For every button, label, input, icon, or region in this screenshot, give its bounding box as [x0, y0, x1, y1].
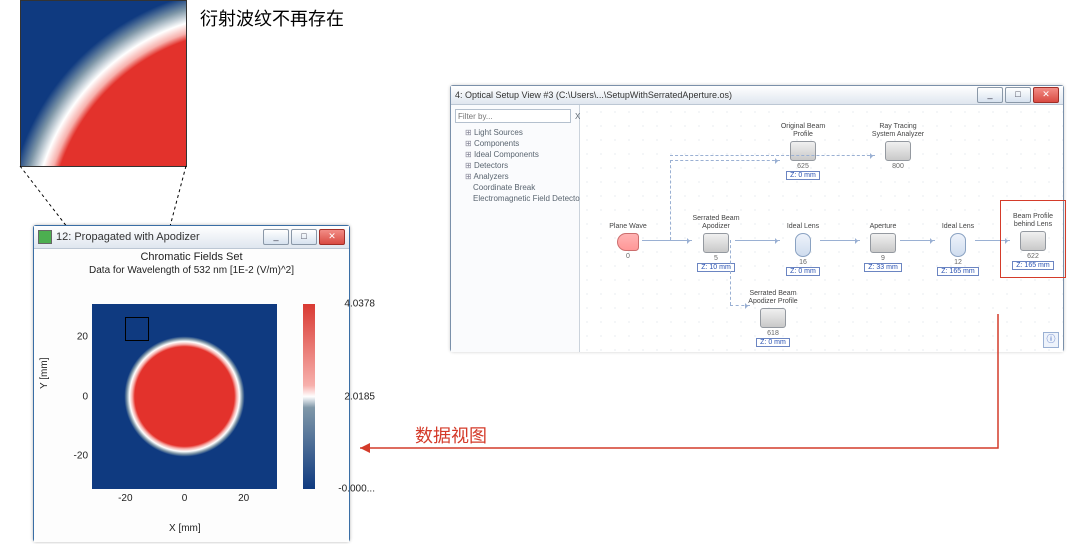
link: [735, 240, 780, 241]
minimize-button[interactable]: _: [977, 87, 1003, 103]
optical-setup-window: 4: Optical Setup View #3 (C:\Users\...\S…: [450, 85, 1064, 352]
chart-titlebar[interactable]: 12: Propagated with Apodizer _ □ ✕: [34, 226, 349, 249]
heatmap-plot[interactable]: [92, 304, 277, 489]
node-label: Ray Tracing System Analyzer: [870, 123, 926, 139]
tree-em-detector[interactable]: Electromagnetic Field Detector: [455, 193, 575, 204]
info-button[interactable]: ⓘ: [1043, 332, 1059, 348]
node-id: 800: [870, 163, 926, 170]
link: [820, 240, 860, 241]
aperture-icon: [870, 233, 896, 253]
tree-detectors[interactable]: Detectors: [455, 160, 575, 171]
zoom-caption: 衍射波纹不再存在: [200, 5, 344, 31]
link-dashed: [730, 305, 750, 306]
link-dashed: [670, 155, 875, 156]
chart-window: 12: Propagated with Apodizer _ □ ✕ Chrom…: [33, 225, 350, 542]
link: [900, 240, 935, 241]
setup-window-title: 4: Optical Setup View #3 (C:\Users\...\S…: [455, 90, 977, 100]
node-label: Ideal Lens: [775, 215, 831, 231]
chart-subtitle: Chromatic Fields Set: [34, 249, 349, 265]
setup-titlebar[interactable]: 4: Optical Setup View #3 (C:\Users\...\S…: [451, 86, 1063, 105]
colorbar: [303, 304, 315, 489]
x-ticks: -20 0 20: [92, 493, 277, 507]
node-id: 0: [600, 253, 656, 260]
x-axis-label: X [mm]: [169, 523, 201, 534]
tree-components[interactable]: Components: [455, 138, 575, 149]
node-z-value: Z: 0 mm: [756, 338, 790, 347]
link-dashed: [670, 160, 780, 161]
zoom-inset-image: [20, 0, 187, 167]
tree-light-sources[interactable]: Light Sources: [455, 127, 575, 138]
node-id: 625: [775, 163, 831, 170]
node-ray-analyzer[interactable]: Ray Tracing System Analyzer 800: [870, 123, 926, 170]
link-dashed: [730, 240, 731, 305]
node-apodizer-profile[interactable]: Serrated Beam Apodizer Profile 618 Z: 0 …: [745, 290, 801, 347]
node-z-value: Z: 0 mm: [786, 267, 820, 276]
link: [642, 240, 692, 241]
chart-body: Chromatic Fields Set Data for Wavelength…: [34, 249, 349, 542]
link-dashed: [670, 160, 671, 240]
y-axis-label: Y [mm]: [39, 358, 50, 389]
component-icon: [703, 233, 729, 253]
node-lens-1[interactable]: Ideal Lens 16 Z: 0 mm: [775, 215, 831, 276]
node-id: 5: [688, 255, 744, 262]
node-original-beam[interactable]: Original Beam Profile 625 Z: 0 mm: [775, 123, 831, 180]
chart-window-title: 12: Propagated with Apodizer: [56, 231, 263, 243]
node-label: Original Beam Profile: [775, 123, 831, 139]
node-label: Serrated Beam Apodizer: [688, 215, 744, 231]
node-label: Serrated Beam Apodizer Profile: [745, 290, 801, 306]
maximize-button[interactable]: □: [1005, 87, 1031, 103]
close-button[interactable]: ✕: [319, 229, 345, 245]
node-label: Ideal Lens: [930, 215, 986, 231]
colorbar-ticks: 4.0378 2.0185 -0.000...: [317, 304, 347, 489]
y-ticks: 20 0 -20: [66, 304, 88, 489]
node-lens-2[interactable]: Ideal Lens 12 Z: 165 mm: [930, 215, 986, 276]
tree-analyzers[interactable]: Analyzers: [455, 171, 575, 182]
zoom-selection-box[interactable]: [125, 317, 149, 341]
app-icon: [38, 230, 52, 244]
node-id: 16: [775, 259, 831, 266]
node-label: Plane Wave: [600, 215, 656, 231]
chart-info: Data for Wavelength of 532 nm [1E-2 (V/m…: [34, 265, 349, 280]
tree-ideal-components[interactable]: Ideal Components: [455, 149, 575, 160]
node-label: Aperture: [855, 215, 911, 231]
node-z-value: Z: 33 mm: [864, 263, 902, 272]
result-highlight: [1000, 200, 1066, 278]
node-apodizer[interactable]: Serrated Beam Apodizer 5 Z: 10 mm: [688, 215, 744, 272]
tree-coord-break[interactable]: Coordinate Break: [455, 182, 575, 193]
node-z-value: Z: 0 mm: [786, 171, 820, 180]
close-button[interactable]: ✕: [1033, 87, 1059, 103]
data-view-label: 数据视图: [415, 422, 487, 448]
minimize-button[interactable]: _: [263, 229, 289, 245]
node-z-value: Z: 165 mm: [937, 267, 978, 276]
lens-icon: [795, 233, 811, 257]
detector-icon: [790, 141, 816, 161]
node-aperture[interactable]: Aperture 9 Z: 33 mm: [855, 215, 911, 272]
node-id: 9: [855, 255, 911, 262]
maximize-button[interactable]: □: [291, 229, 317, 245]
node-id: 12: [930, 259, 986, 266]
analyzer-icon: [885, 141, 911, 161]
component-tree[interactable]: X Light Sources Components Ideal Compone…: [451, 105, 580, 352]
setup-canvas[interactable]: Plane Wave 0 Original Beam Profile 625 Z…: [580, 105, 1063, 352]
node-id: 618: [745, 330, 801, 337]
filter-input[interactable]: [455, 109, 571, 123]
detector-icon: [760, 308, 786, 328]
node-plane-wave[interactable]: Plane Wave 0: [600, 215, 656, 260]
source-icon: [617, 233, 639, 251]
lens-icon: [950, 233, 966, 257]
